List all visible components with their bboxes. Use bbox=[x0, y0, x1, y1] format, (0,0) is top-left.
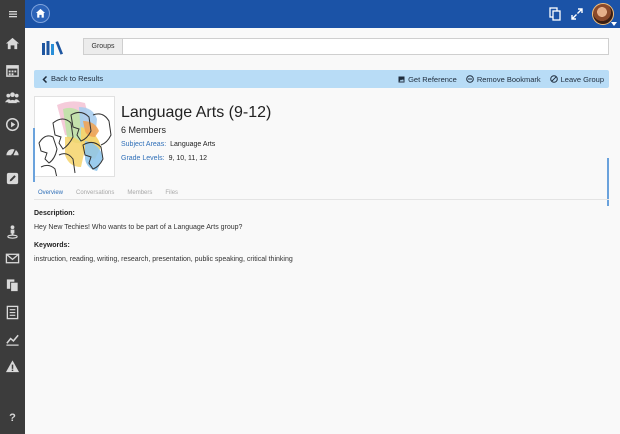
group-image bbox=[34, 96, 115, 177]
library-logo-icon[interactable] bbox=[42, 39, 64, 55]
get-reference-button[interactable]: Get Reference bbox=[398, 75, 457, 84]
minus-circle-icon bbox=[466, 75, 474, 83]
subject-areas-value: Language Arts bbox=[170, 141, 216, 148]
subject-areas-row: Subject Areas: Language Arts bbox=[121, 141, 215, 148]
group-title: Language Arts (9-12) bbox=[121, 104, 272, 121]
help-icon[interactable]: ? bbox=[0, 412, 25, 424]
leave-group-label: Leave Group bbox=[560, 74, 604, 84]
hamburger-icon[interactable] bbox=[0, 0, 25, 28]
home-icon bbox=[35, 8, 46, 18]
chevron-left-icon bbox=[42, 75, 48, 83]
person-pin-icon[interactable] bbox=[5, 224, 20, 239]
documents-icon[interactable] bbox=[5, 278, 20, 293]
action-bar: Back to Results Get Reference Remove Boo… bbox=[34, 70, 609, 88]
keywords-heading: Keywords: bbox=[34, 242, 70, 249]
search-scope-tab[interactable]: Groups bbox=[83, 38, 122, 55]
keywords-text: instruction, reading, writing, research,… bbox=[34, 256, 293, 263]
top-bar bbox=[0, 0, 620, 28]
dashboard-icon[interactable] bbox=[5, 144, 20, 159]
play-icon[interactable] bbox=[5, 117, 20, 132]
chevron-down-icon bbox=[611, 22, 617, 26]
home-button[interactable] bbox=[31, 4, 50, 23]
left-sidebar: ? bbox=[0, 28, 25, 434]
leave-group-button[interactable]: Leave Group bbox=[549, 74, 604, 84]
expand-icon[interactable] bbox=[570, 7, 584, 21]
grade-levels-label: Grade Levels: bbox=[121, 155, 165, 162]
mail-icon[interactable] bbox=[5, 251, 20, 266]
subject-areas-label: Subject Areas: bbox=[121, 141, 167, 148]
image-icon bbox=[398, 76, 405, 82]
search-input[interactable] bbox=[122, 38, 609, 55]
description-heading: Description: bbox=[34, 210, 75, 217]
left-accent-bar bbox=[33, 128, 35, 182]
get-reference-label: Get Reference bbox=[408, 74, 457, 84]
member-count: 6 Members bbox=[121, 125, 167, 135]
remove-bookmark-button[interactable]: Remove Bookmark bbox=[466, 75, 541, 84]
tabs-divider bbox=[34, 199, 609, 200]
calendar-icon[interactable] bbox=[5, 63, 20, 78]
edit-icon[interactable] bbox=[5, 171, 20, 186]
description-text: Hey New Techies! Who wants to be part of… bbox=[34, 224, 243, 231]
ban-icon bbox=[549, 75, 558, 83]
back-to-results-link[interactable]: Back to Results bbox=[42, 70, 103, 88]
users-icon[interactable] bbox=[5, 90, 20, 105]
list-icon[interactable] bbox=[5, 305, 20, 320]
remove-bookmark-label: Remove Bookmark bbox=[476, 74, 541, 84]
grade-levels-value: 9, 10, 11, 12 bbox=[168, 155, 207, 162]
main-content: Groups Back to Results Get Reference Rem… bbox=[25, 28, 620, 434]
user-avatar[interactable] bbox=[592, 3, 617, 26]
copy-icon[interactable] bbox=[548, 7, 562, 21]
back-to-results-label: Back to Results bbox=[51, 74, 104, 83]
home-icon[interactable] bbox=[5, 36, 20, 51]
chart-icon[interactable] bbox=[5, 332, 20, 347]
grade-levels-row: Grade Levels: 9, 10, 11, 12 bbox=[121, 155, 207, 162]
warning-icon[interactable] bbox=[5, 359, 20, 374]
